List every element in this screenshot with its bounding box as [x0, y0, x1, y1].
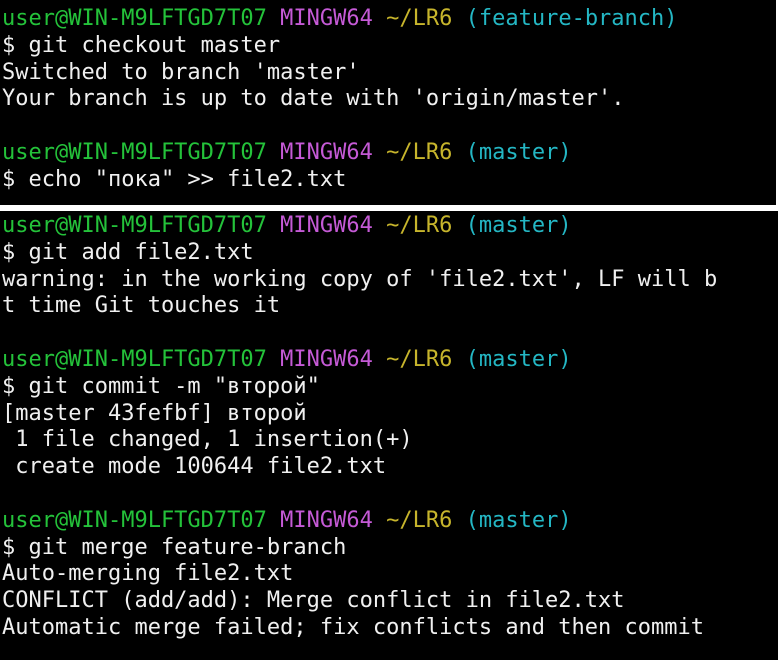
output-line: Your branch is up to date with 'origin/m… — [2, 86, 625, 112]
prompt-env: MINGW64 — [280, 507, 373, 533]
prompt-user-host: user@WIN-M9LFTGD7T07 — [2, 139, 267, 165]
output-line: Automatic merge failed; fix conflicts an… — [2, 614, 704, 640]
prompt-env: MINGW64 — [280, 346, 373, 372]
prompt-path: ~/LR6 — [386, 213, 453, 238]
prompt-branch: (master) — [465, 139, 572, 165]
prompt-env: MINGW64 — [280, 213, 373, 238]
output-line: [master 43fefbf] второй — [2, 400, 307, 426]
prompt-line: user@WIN-M9LFTGD7T07 MINGW64 ~/LR6 (mast… — [0, 347, 778, 374]
prompt-line: user@WIN-M9LFTGD7T07 MINGW64 ~/LR6 (mast… — [0, 213, 778, 240]
prompt-branch: (master) — [465, 346, 572, 372]
prompt-path: ~/LR6 — [386, 6, 453, 31]
output-line: Switched to branch 'master' — [2, 59, 360, 85]
prompt-line: user@WIN-M9LFTGD7T07 MINGW64 ~/LR6 (mast… — [0, 140, 776, 167]
output-line: t time Git touches it — [2, 293, 281, 319]
prompt-user-host: user@WIN-M9LFTGD7T07 — [2, 346, 267, 372]
prompt-env: MINGW64 — [280, 139, 373, 165]
terminal-panel-bottom[interactable]: user@WIN-M9LFTGD7T07 MINGW64 ~/LR6 (mast… — [0, 211, 778, 660]
prompt-branch: (feature-branch) — [465, 6, 678, 31]
command-line: $ git commit -m "второй" — [2, 373, 320, 399]
output-line: Auto-merging file2.txt — [2, 561, 294, 587]
terminal-output-bottom: user@WIN-M9LFTGD7T07 MINGW64 ~/LR6 (mast… — [0, 211, 778, 642]
prompt-path: ~/LR6 — [386, 139, 453, 165]
prompt-line: user@WIN-M9LFTGD7T07 MINGW64 ~/LR6 (mast… — [0, 508, 778, 535]
prompt-path: ~/LR6 — [386, 507, 453, 533]
output-line: create mode 100644 file2.txt — [2, 454, 387, 480]
prompt-path: ~/LR6 — [386, 346, 453, 372]
prompt-line: user@WIN-M9LFTGD7T07 MINGW64 ~/LR6 (feat… — [0, 6, 776, 33]
output-line: warning: in the working copy of 'file2.t… — [2, 266, 718, 292]
prompt-env: MINGW64 — [280, 6, 373, 31]
terminal-output-top: user@WIN-M9LFTGD7T07 MINGW64 ~/LR6 (feat… — [0, 0, 776, 194]
prompt-branch: (master) — [465, 213, 572, 238]
command-line: $ git merge feature-branch — [2, 534, 347, 560]
output-line: 1 file changed, 1 insertion(+) — [2, 427, 413, 453]
prompt-user-host: user@WIN-M9LFTGD7T07 — [2, 213, 267, 238]
prompt-user-host: user@WIN-M9LFTGD7T07 — [2, 507, 267, 533]
output-line: CONFLICT (add/add): Merge conflict in fi… — [2, 588, 625, 614]
prompt-user-host: user@WIN-M9LFTGD7T07 — [2, 6, 267, 31]
command-line: $ echo "пока" >> file2.txt — [2, 166, 347, 192]
terminal-panel-top[interactable]: user@WIN-M9LFTGD7T07 MINGW64 ~/LR6 (feat… — [0, 0, 776, 205]
command-line: $ git add file2.txt — [2, 239, 254, 265]
command-line: $ git checkout master — [2, 32, 281, 58]
prompt-branch: (master) — [465, 507, 572, 533]
